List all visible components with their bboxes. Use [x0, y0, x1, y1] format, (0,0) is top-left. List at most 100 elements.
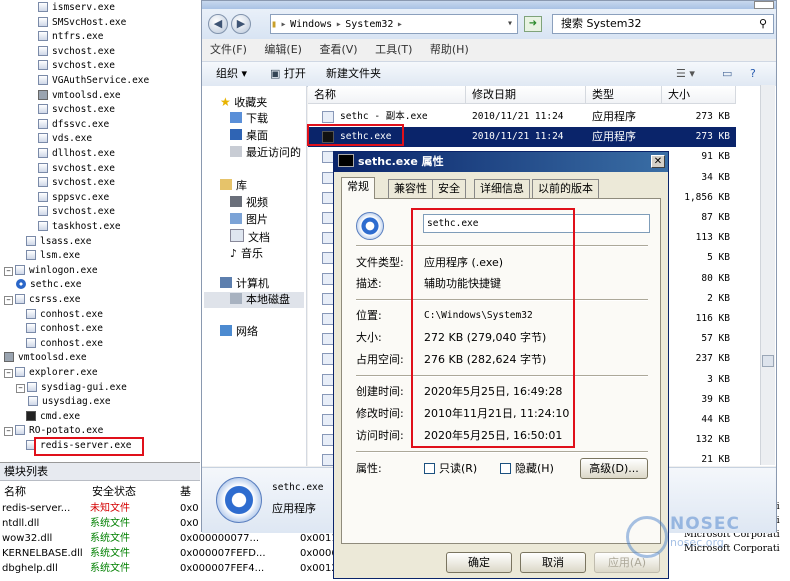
address-dropdown-icon[interactable]: ▾ — [507, 15, 513, 33]
process-tree-item[interactable]: VGAuthService.exe — [38, 74, 149, 88]
column-security-status[interactable]: 安全状态 — [92, 485, 136, 499]
process-tree-item[interactable]: svchost.exe — [38, 176, 115, 190]
process-tree-item[interactable]: svchost.exe — [38, 162, 115, 176]
menu-help[interactable]: 帮助(H) — [430, 43, 469, 56]
menu-file[interactable]: 文件(F) — [210, 43, 247, 56]
process-tree-item[interactable]: conhost.exe — [26, 308, 103, 322]
nav-library[interactable]: 库 — [220, 178, 247, 194]
open-button[interactable]: ▣ 打开 — [270, 62, 306, 86]
collapse-toggle-icon[interactable]: − — [4, 266, 13, 276]
collapse-toggle-icon[interactable]: − — [16, 383, 25, 393]
process-tree-item[interactable]: vmtoolsd.exe — [38, 89, 121, 103]
column-name[interactable]: 名称 — [4, 485, 26, 499]
process-tree-item[interactable]: sethc.exe — [16, 278, 81, 292]
nav-pictures[interactable]: 图片 — [230, 212, 268, 228]
menu-tools[interactable]: 工具(T) — [375, 43, 412, 56]
address-input[interactable]: ▮ ▸ Windows ▸ System32 ▸ ▾ — [270, 14, 518, 34]
window-close-button[interactable] — [754, 1, 774, 9]
process-name: svchost.exe — [52, 45, 115, 57]
nav-network[interactable]: 网络 — [220, 324, 258, 340]
process-tree-item[interactable]: svchost.exe — [38, 205, 115, 219]
readonly-checkbox[interactable]: 只读(R) — [424, 461, 477, 477]
nav-computer[interactable]: 计算机 — [220, 276, 269, 292]
file-list-scrollbar[interactable] — [760, 85, 775, 465]
process-tree-item[interactable]: conhost.exe — [26, 337, 103, 351]
column-header-modified[interactable]: 修改日期 — [466, 86, 586, 104]
process-tree-item[interactable]: sppsvc.exe — [38, 191, 109, 205]
module-name: dbghelp.dll — [2, 563, 58, 574]
search-icon[interactable]: ⚲ — [759, 15, 767, 33]
nav-desktop[interactable]: 桌面 — [230, 128, 268, 144]
new-folder-button[interactable]: 新建文件夹 — [326, 62, 381, 86]
process-tree-item[interactable]: dfssvc.exe — [38, 118, 109, 132]
process-tree-item[interactable]: svchost.exe — [38, 59, 115, 73]
process-name: ismserv.exe — [52, 2, 115, 13]
nav-local-disk[interactable]: 本地磁盘 — [230, 292, 290, 308]
refresh-button[interactable]: ➜ — [524, 16, 542, 32]
process-tree-item[interactable]: dllhost.exe — [38, 147, 115, 161]
process-name: svchost.exe — [52, 206, 115, 218]
column-base[interactable]: 基 — [180, 485, 191, 499]
menu-view[interactable]: 查看(V) — [319, 43, 357, 56]
process-tree-item[interactable]: vmtoolsd.exe — [4, 351, 87, 365]
organize-button[interactable]: 组织 ▾ — [216, 62, 247, 86]
process-tree-item[interactable]: svchost.exe — [38, 103, 115, 117]
process-icon — [38, 104, 48, 115]
search-input[interactable]: 搜索 System32 ⚲ — [552, 14, 774, 34]
column-header-name[interactable]: 名称 — [308, 86, 466, 104]
column-header-type[interactable]: 类型 — [586, 86, 662, 104]
process-tree-item[interactable]: lsm.exe — [26, 249, 80, 263]
tab-security[interactable]: 安全 — [432, 179, 466, 198]
process-tree-item[interactable]: svchost.exe — [38, 45, 115, 59]
advanced-button[interactable]: 高级(D)... — [580, 458, 648, 479]
collapse-toggle-icon[interactable]: − — [4, 296, 13, 305]
process-name: lsm.exe — [40, 250, 81, 262]
dialog-close-button[interactable]: ✕ — [651, 155, 665, 168]
breadcrumb-system32[interactable]: System32 — [345, 19, 393, 30]
column-header-size[interactable]: 大小 — [662, 86, 736, 104]
cancel-button[interactable]: 取消 — [520, 552, 586, 573]
tab-previous-versions[interactable]: 以前的版本 — [532, 179, 599, 198]
nav-documents[interactable]: 文档 — [230, 229, 270, 245]
view-options-icon[interactable]: ☰ ▾ — [676, 62, 695, 86]
nav-videos[interactable]: 视频 — [230, 195, 268, 211]
collapse-toggle-icon[interactable]: − — [4, 369, 13, 378]
ok-button[interactable]: 确定 — [446, 552, 512, 573]
dialog-titlebar[interactable]: sethc.exe 属性 ✕ — [334, 152, 668, 172]
process-tree-item[interactable]: conhost.exe — [26, 322, 103, 336]
process-name: vmtoolsd.exe — [52, 89, 121, 101]
process-tree-item[interactable]: vds.exe — [38, 132, 92, 146]
back-button[interactable]: ◀ — [208, 14, 228, 34]
menu-edit[interactable]: 编辑(E) — [264, 43, 302, 56]
process-icon — [26, 308, 36, 319]
window-titlebar[interactable] — [202, 1, 776, 9]
application-icon — [356, 212, 384, 240]
process-tree-item[interactable]: − sysdiag-gui.exe — [16, 381, 127, 395]
process-tree-item[interactable]: − csrss.exe — [4, 293, 80, 307]
process-tree-item[interactable]: usysdiag.exe — [28, 395, 111, 409]
preview-pane-icon[interactable]: ▭ — [722, 62, 732, 86]
process-tree-item[interactable]: taskhost.exe — [38, 220, 121, 234]
tab-details[interactable]: 详细信息 — [474, 179, 530, 198]
nav-downloads[interactable]: 下载 — [230, 111, 268, 127]
process-tree-item[interactable]: cmd.exe — [26, 410, 80, 424]
process-tree-item[interactable]: SMSvcHost.exe — [38, 16, 126, 30]
module-status: 系统文件 — [90, 533, 130, 544]
nav-favorites[interactable]: ★ 收藏夹 — [220, 94, 267, 110]
process-tree-item[interactable]: lsass.exe — [26, 235, 91, 249]
help-icon[interactable]: ? — [750, 62, 756, 86]
nav-recent[interactable]: 最近访问的 — [230, 145, 301, 161]
disk-icon — [230, 293, 242, 304]
process-tree-item[interactable]: − explorer.exe — [4, 366, 98, 380]
forward-button[interactable]: ▶ — [231, 14, 251, 34]
process-tree-item[interactable]: ntfrs.exe — [38, 30, 103, 44]
tab-general[interactable]: 常规 — [341, 177, 375, 199]
scroll-thumb[interactable] — [762, 355, 774, 367]
breadcrumb-windows[interactable]: Windows — [290, 19, 332, 30]
collapse-toggle-icon[interactable]: − — [4, 427, 13, 437]
tab-compatibility[interactable]: 兼容性 — [388, 179, 433, 198]
nav-music[interactable]: ♪ 音乐 — [230, 246, 263, 262]
hidden-checkbox[interactable]: 隐藏(H) — [500, 461, 554, 477]
process-tree-item[interactable]: ismserv.exe — [38, 1, 115, 15]
process-tree-item[interactable]: − winlogon.exe — [4, 264, 98, 278]
